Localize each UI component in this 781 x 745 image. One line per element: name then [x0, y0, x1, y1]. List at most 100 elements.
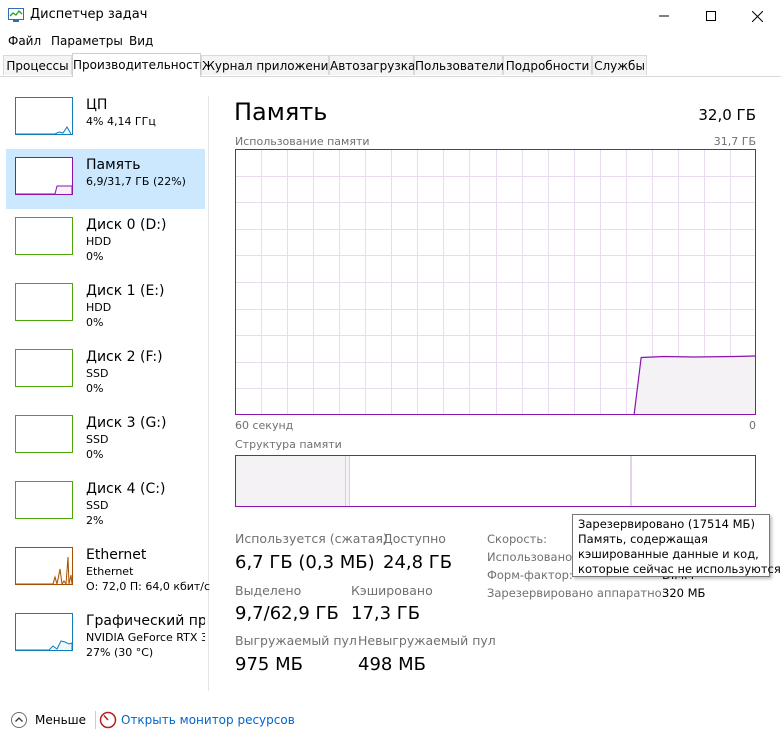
sidebar-item-disk4[interactable]: Диск 4 (C:) SSD 2% — [6, 473, 205, 533]
time-axis-left: 60 секунд — [235, 419, 294, 432]
page-title: Память — [234, 98, 328, 126]
chevron-up-icon — [11, 712, 27, 728]
nonpaged-pool-value: 498 МБ — [358, 654, 426, 675]
tab-users[interactable]: Пользователи — [414, 55, 504, 75]
sidebar-item-label: ЦП — [86, 97, 108, 113]
sidebar-item-label: Графический процессор 0 — [86, 613, 205, 629]
sidebar-item-label: Память — [86, 157, 141, 173]
sidebar-item-label: Диск 3 (G:) — [86, 415, 167, 431]
gpu-thumbnail-graph — [15, 613, 73, 651]
structure-modified[interactable] — [346, 456, 350, 506]
sidebar-item-detail: О: 72,0 П: 64,0 кбит/с — [86, 580, 211, 593]
memory-usage-graph — [235, 149, 756, 415]
tooltip-line: кэшированные данные и код, — [578, 547, 759, 561]
nonpaged-pool-label: Невыгружаемый пул — [358, 633, 496, 648]
in-use-label: Используется (сжатая) — [235, 531, 388, 546]
memory-structure-graph[interactable] — [235, 455, 756, 507]
cached-label: Кэшировано — [351, 583, 433, 598]
collapse-button[interactable] — [10, 711, 28, 729]
sidebar-item-detail: 6,9/31,7 ГБ (22%) — [86, 175, 186, 188]
resource-monitor-icon — [99, 711, 117, 729]
bottom-separator — [95, 711, 96, 729]
sidebar-item-detail: 27% (30 °C) — [86, 646, 154, 659]
sidebar-item-detail: 0% — [86, 382, 104, 395]
tooltip-line: Память, содержащая — [578, 532, 708, 546]
disk-thumbnail-graph — [15, 283, 73, 321]
hardware-reserved-value: 320 МБ — [662, 586, 706, 600]
in-use-value: 6,7 ГБ (0,3 МБ) — [235, 552, 375, 573]
sidebar-item-detail: 0% — [86, 316, 104, 329]
sidebar-item-gpu[interactable]: Графический процессор 0 NVIDIA GeForce R… — [6, 605, 205, 665]
usage-graph-label: Использование памяти — [235, 135, 370, 148]
minimize-button[interactable] — [641, 0, 687, 32]
disk-thumbnail-graph — [15, 415, 73, 453]
close-icon — [751, 10, 763, 22]
tab-startup[interactable]: Автозагрузка — [329, 55, 415, 75]
structure-standby[interactable] — [350, 456, 631, 506]
structure-free[interactable] — [632, 456, 755, 506]
available-label: Доступно — [383, 531, 446, 546]
tab-performance[interactable]: Производительность — [72, 53, 207, 77]
structure-graph-label: Структура памяти — [235, 438, 342, 451]
memory-total: 32,0 ГБ — [698, 106, 756, 124]
menu-options[interactable]: Параметры — [51, 34, 123, 48]
sidebar-divider — [208, 96, 209, 691]
task-manager-icon — [8, 8, 24, 22]
sidebar-item-type: HDD — [86, 235, 112, 248]
paged-pool-value: 975 МБ — [235, 654, 303, 675]
sidebar-item-type: HDD — [86, 301, 112, 314]
open-resource-monitor-link[interactable]: Открыть монитор ресурсов — [121, 713, 295, 727]
sidebar-item-detail: 0% — [86, 250, 104, 263]
sidebar-item-detail: 2% — [86, 514, 104, 527]
structure-in-use[interactable] — [236, 456, 346, 506]
bottom-bar — [0, 705, 781, 735]
cpu-thumbnail-graph — [15, 97, 73, 135]
sidebar-item-type: NVIDIA GeForce RTX 3060 — [86, 631, 205, 644]
tab-services[interactable]: Службы — [592, 55, 647, 75]
tooltip-title: Зарезервировано (17514 МБ) — [578, 517, 755, 531]
tab-details[interactable]: Подробности — [503, 55, 592, 75]
sidebar-item-label: Диск 2 (F:) — [86, 349, 163, 365]
cached-value: 17,3 ГБ — [351, 603, 421, 624]
sidebar-item-detail: 4% 4,14 ГГц — [86, 115, 156, 128]
hardware-reserved-label: Зарезервировано аппаратно: — [487, 586, 666, 600]
slots-used-label: Использовано г — [487, 550, 582, 564]
committed-label: Выделено — [235, 583, 302, 598]
sidebar-item-disk1[interactable]: Диск 1 (E:) HDD 0% — [6, 275, 205, 335]
minimize-icon — [659, 15, 669, 17]
maximize-icon — [706, 11, 716, 21]
tab-app-history[interactable]: Журнал приложений — [201, 55, 336, 75]
tab-processes[interactable]: Процессы — [3, 55, 72, 75]
maximize-button[interactable] — [688, 0, 734, 32]
structure-tooltip: Зарезервировано (17514 МБ) Память, содер… — [572, 514, 781, 577]
sidebar-item-type: SSD — [86, 499, 109, 512]
sidebar-item-type: SSD — [86, 433, 109, 446]
disk-thumbnail-graph — [15, 481, 73, 519]
form-factor-label: Форм-фактор: — [487, 568, 573, 582]
close-button[interactable] — [734, 0, 780, 32]
sidebar-item-label: Диск 0 (D:) — [86, 217, 167, 233]
sidebar-item-disk2[interactable]: Диск 2 (F:) SSD 0% — [6, 341, 205, 401]
sidebar-item-cpu[interactable]: ЦП 4% 4,14 ГГц — [6, 89, 205, 149]
tooltip-line: которые сейчас не используются — [578, 562, 781, 576]
available-value: 24,8 ГБ — [383, 552, 453, 573]
sidebar-item-ethernet[interactable]: Ethernet Ethernet О: 72,0 П: 64,0 кбит/с — [6, 539, 210, 599]
committed-value: 9,7/62,9 ГБ — [235, 603, 339, 624]
ethernet-thumbnail-graph — [15, 547, 73, 585]
disk-thumbnail-graph — [15, 349, 73, 387]
usage-graph-max: 31,7 ГБ — [713, 135, 756, 148]
fewer-details-link[interactable]: Меньше — [35, 713, 86, 727]
sidebar-item-memory[interactable]: Память 6,9/31,7 ГБ (22%) — [6, 149, 205, 209]
sidebar-item-disk3[interactable]: Диск 3 (G:) SSD 0% — [6, 407, 205, 467]
menu-view[interactable]: Вид — [129, 34, 153, 48]
sidebar-item-disk0[interactable]: Диск 0 (D:) HDD 0% — [6, 209, 205, 269]
paged-pool-label: Выгружаемый пул — [235, 633, 357, 648]
sidebar-item-detail: 0% — [86, 448, 104, 461]
sidebar-item-label: Диск 1 (E:) — [86, 283, 165, 299]
sidebar-item-label: Диск 4 (C:) — [86, 481, 166, 497]
sidebar-item-type: Ethernet — [86, 565, 134, 578]
window-title: Диспетчер задач — [30, 7, 148, 22]
memory-thumbnail-graph — [15, 157, 73, 195]
menu-file[interactable]: Файл — [8, 34, 41, 48]
sidebar-item-label: Ethernet — [86, 547, 147, 563]
